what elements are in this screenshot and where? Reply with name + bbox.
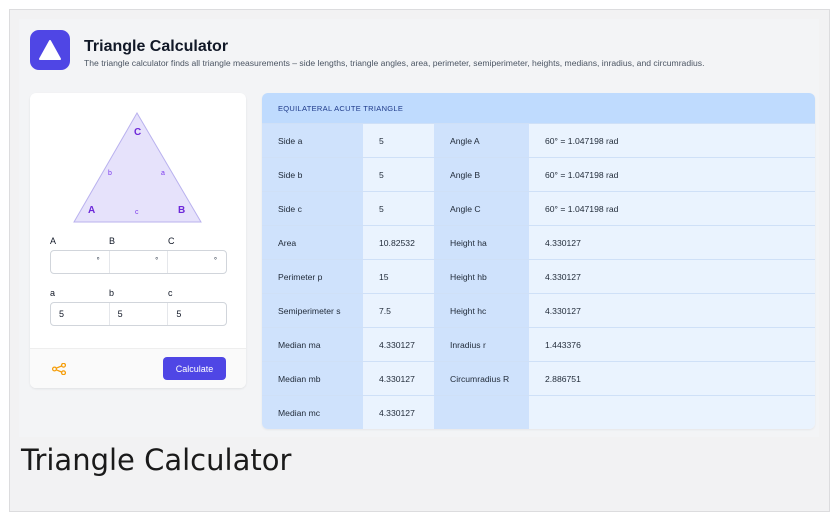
angle-inputs: ° ° °: [50, 250, 227, 274]
result-value: 5: [363, 124, 434, 157]
angle-a-input[interactable]: °: [51, 251, 110, 273]
side-a-value: 5: [59, 309, 65, 319]
result-value: 10.82532: [363, 226, 434, 259]
triangle-logo-icon: [30, 30, 70, 70]
side-b-value: 5: [117, 309, 123, 319]
result-row: Median ma 4.330127 Inradius r 1.443376: [262, 327, 815, 361]
card-footer: Calculate: [30, 348, 246, 388]
result-label: Inradius r: [434, 328, 529, 361]
result-label: Area: [262, 226, 363, 259]
side-a-input[interactable]: 5: [51, 303, 110, 325]
diagram-vertex-b: B: [178, 205, 186, 216]
result-value: 4.330127: [363, 328, 434, 361]
diagram-side-b: b: [108, 170, 112, 177]
degree-unit: °: [96, 256, 100, 265]
angle-b-input[interactable]: °: [110, 251, 169, 273]
side-b-label: b: [109, 288, 115, 298]
result-label: Height hb: [434, 260, 529, 293]
angle-c-label: C: [168, 236, 175, 246]
result-label: Angle C: [434, 192, 529, 225]
result-label: Semiperimeter s: [262, 294, 363, 327]
result-row: Semiperimeter s 7.5 Height hc 4.330127: [262, 293, 815, 327]
result-value: 4.330127: [529, 294, 815, 327]
angle-a-label: A: [50, 236, 57, 246]
side-c-input[interactable]: 5: [168, 303, 226, 325]
page-caption: Triangle Calculator: [21, 443, 292, 477]
result-value: 60° = 1.047198 rad: [529, 158, 815, 191]
result-value: 15: [363, 260, 434, 293]
result-label: [434, 396, 529, 429]
diagram-vertex-c: C: [134, 127, 142, 138]
diagram-side-a: a: [161, 170, 165, 177]
result-label: Median mc: [262, 396, 363, 429]
side-c-label: c: [168, 288, 173, 298]
input-card: C A B a b c A B C ° ° ° a b c 5 5 5 Calc…: [30, 93, 246, 388]
result-label: Height hc: [434, 294, 529, 327]
result-value: 4.330127: [363, 396, 434, 429]
degree-unit: °: [155, 256, 159, 265]
result-row: Median mc 4.330127: [262, 395, 815, 429]
result-value: 4.330127: [363, 362, 434, 395]
app-description: The triangle calculator finds all triang…: [84, 58, 705, 68]
result-value: 60° = 1.047198 rad: [529, 124, 815, 157]
angle-c-input[interactable]: °: [168, 251, 226, 273]
result-label: Side b: [262, 158, 363, 191]
result-row: Side b 5 Angle B 60° = 1.047198 rad: [262, 157, 815, 191]
result-value: 4.330127: [529, 226, 815, 259]
result-row: Side a 5 Angle A 60° = 1.047198 rad: [262, 123, 815, 157]
result-value: 5: [363, 158, 434, 191]
result-label: Height ha: [434, 226, 529, 259]
share-icon[interactable]: [51, 362, 67, 380]
side-a-label: a: [50, 288, 56, 298]
result-value: 2.886751: [529, 362, 815, 395]
result-label: Median mb: [262, 362, 363, 395]
diagram-side-c: c: [135, 209, 139, 216]
result-value: 5: [363, 192, 434, 225]
result-label: Perimeter p: [262, 260, 363, 293]
app-title: Triangle Calculator: [84, 38, 229, 55]
result-label: Median ma: [262, 328, 363, 361]
result-label: Angle B: [434, 158, 529, 191]
result-label: Angle A: [434, 124, 529, 157]
result-row: Perimeter p 15 Height hb 4.330127: [262, 259, 815, 293]
result-value: 60° = 1.047198 rad: [529, 192, 815, 225]
side-c-value: 5: [176, 309, 182, 319]
result-value: 7.5: [363, 294, 434, 327]
result-value: 1.443376: [529, 328, 815, 361]
calculate-button[interactable]: Calculate: [163, 357, 226, 380]
result-label: Circumradius R: [434, 362, 529, 395]
side-b-input[interactable]: 5: [110, 303, 169, 325]
degree-unit: °: [213, 256, 218, 265]
result-row: Median mb 4.330127 Circumradius R 2.886751: [262, 361, 815, 395]
result-value: 4.330127: [529, 260, 815, 293]
angle-b-label: B: [109, 236, 116, 246]
result-label: Side a: [262, 124, 363, 157]
result-row: Area 10.82532 Height ha 4.330127: [262, 225, 815, 259]
result-row: Side c 5 Angle C 60° = 1.047198 rad: [262, 191, 815, 225]
triangle-type-heading: EQUILATERAL ACUTE TRIANGLE: [262, 93, 815, 123]
result-value: [529, 396, 815, 429]
results-rows: Side a 5 Angle A 60° = 1.047198 rad Side b5A…: [262, 123, 815, 429]
results-table: EQUILATERAL ACUTE TRIANGLE Side a 5 Angle …: [262, 93, 815, 429]
side-inputs: 5 5 5: [50, 302, 227, 326]
diagram-vertex-a: A: [88, 205, 96, 216]
result-label: Side c: [262, 192, 363, 225]
